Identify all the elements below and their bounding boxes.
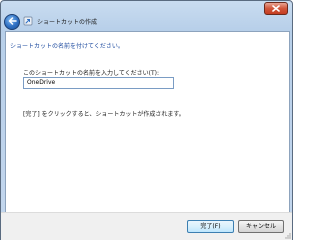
shortcut-wizard-icon xyxy=(23,16,33,26)
wizard-content: ショートカットの名前を付けてください。 このショートカットの名前を入力してくださ… xyxy=(5,31,290,214)
wizard-window: ショートカットの作成 ショートカットの名前を付けてください。 このショートカット… xyxy=(0,0,293,240)
window-title: ショートカットの作成 xyxy=(37,19,98,26)
wizard-footer: 完了(F) キャンセル xyxy=(1,212,292,240)
finish-info-text: [完了] をクリックすると、ショートカットが作成されます。 xyxy=(23,111,185,118)
close-button[interactable] xyxy=(264,2,288,15)
cancel-button[interactable]: キャンセル xyxy=(238,220,284,233)
shortcut-name-input[interactable] xyxy=(23,77,174,89)
shortcut-name-label: このショートカットの名前を入力してください(T): xyxy=(23,70,160,77)
resize-grip-icon[interactable] xyxy=(283,231,291,239)
title-bar: ショートカットの作成 xyxy=(1,1,292,31)
page-heading: ショートカットの名前を付けてください。 xyxy=(10,43,124,50)
close-icon xyxy=(272,5,280,12)
back-arrow-icon xyxy=(8,17,17,27)
back-button[interactable] xyxy=(4,14,20,30)
finish-button[interactable]: 完了(F) xyxy=(187,220,234,233)
